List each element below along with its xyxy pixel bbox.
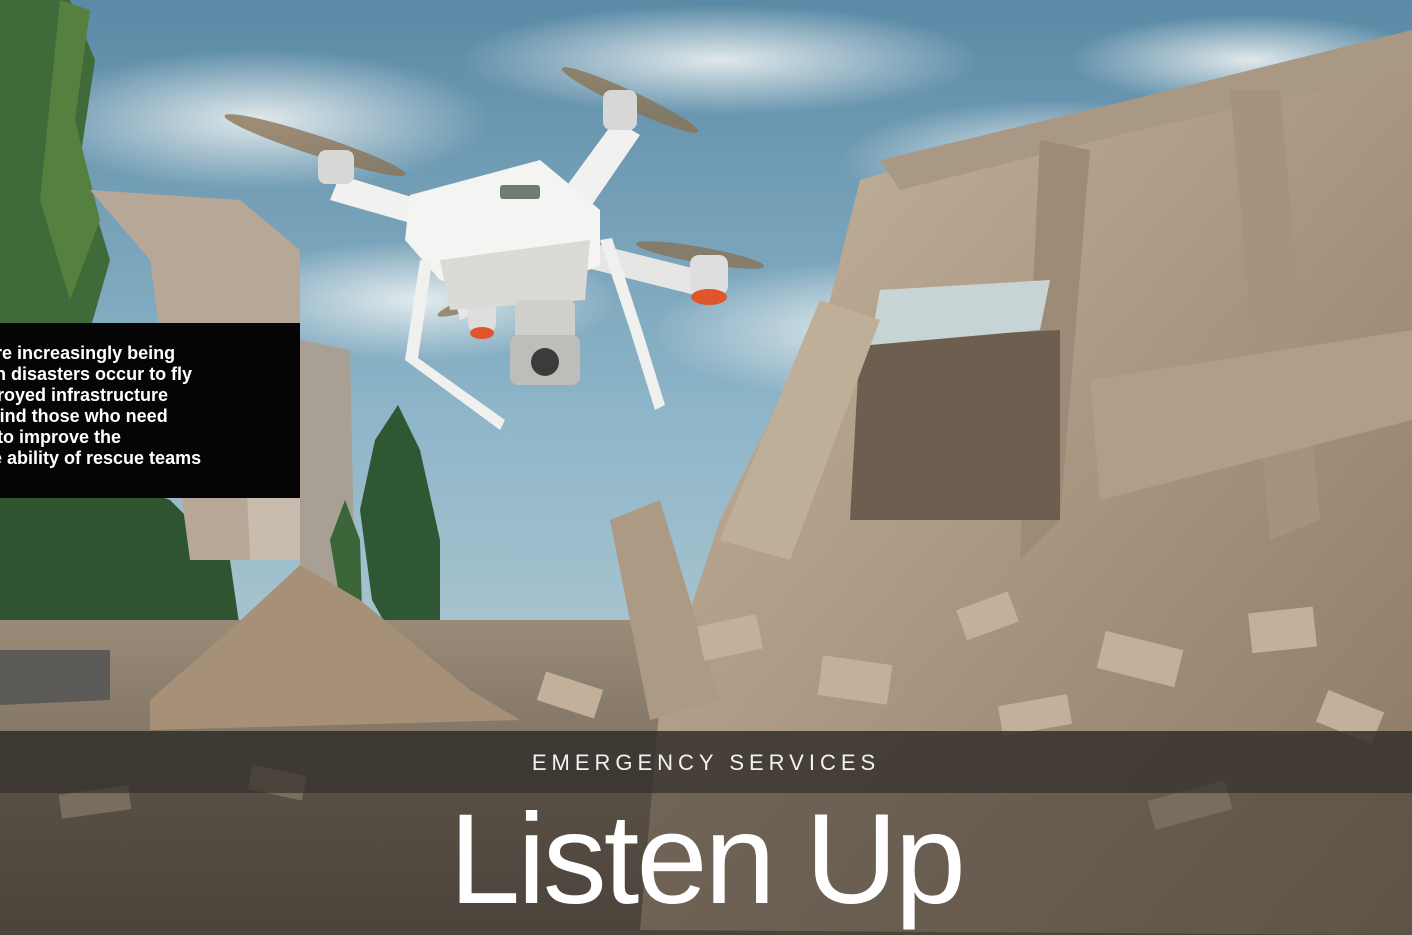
dumpster [0,650,110,705]
caption-line: and to improve the [0,427,122,447]
headline: Listen Up [449,788,966,931]
section-label: EMERGENCY SERVICES [531,750,881,775]
caption-line: destroyed infrastructure [0,385,169,405]
caption-box: es are increasingly being when disasters… [0,323,300,498]
caption-line: kly, find those who need [0,406,168,426]
caption-text: es are increasingly being when disasters… [0,343,280,469]
caption-line: when disasters occur to fly [0,364,193,384]
caption-line: onse ability of rescue teams [0,448,202,468]
article-hero: es are increasingly being when disasters… [0,0,1412,935]
caption-line: es are increasingly being [0,343,176,363]
